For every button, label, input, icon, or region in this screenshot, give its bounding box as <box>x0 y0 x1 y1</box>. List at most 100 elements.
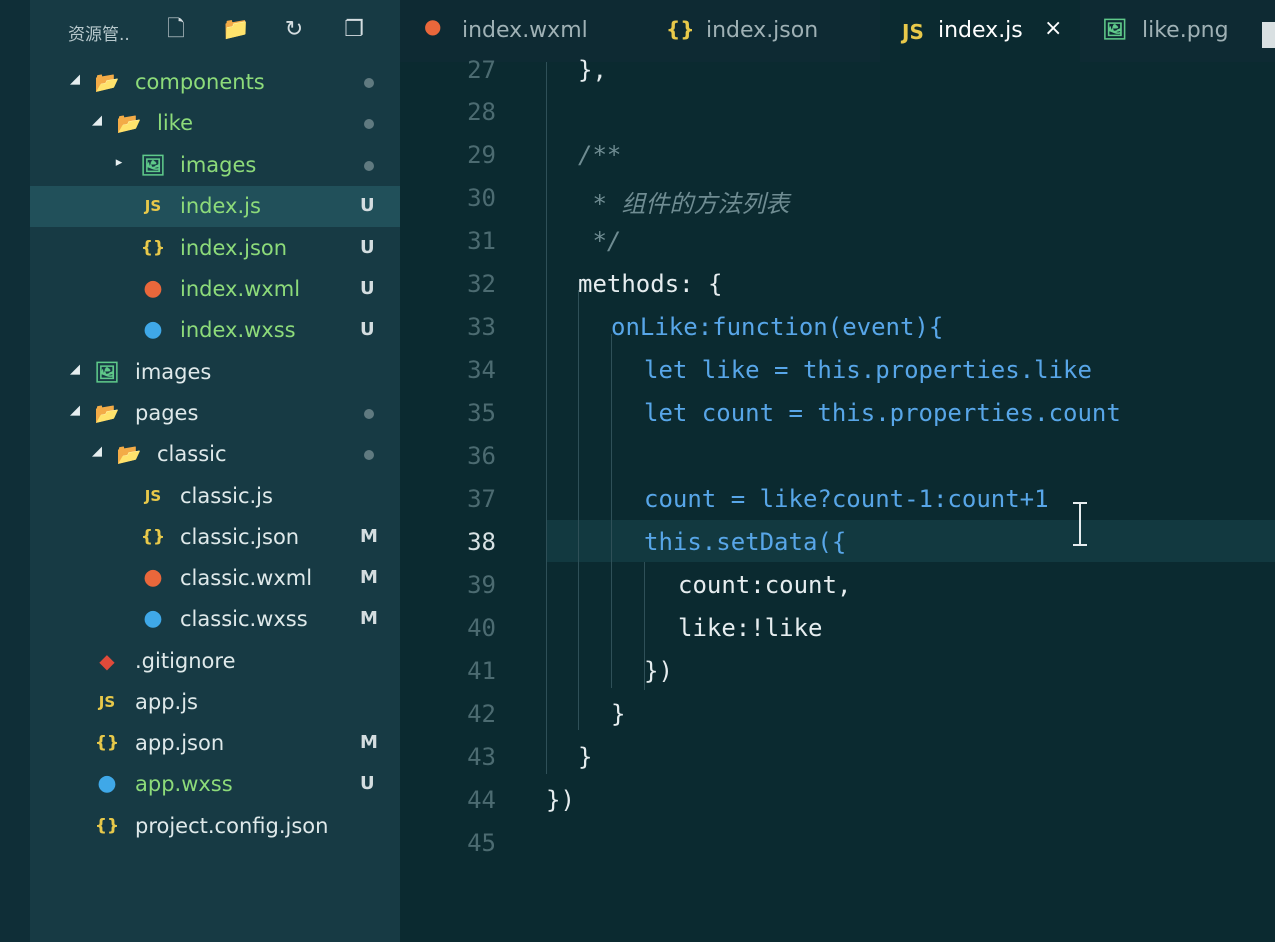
tree-item-like[interactable]: ◢ 📂 like <box>30 103 400 144</box>
tree-item-index-json[interactable]: {} index.json U <box>30 228 400 269</box>
close-tab-icon[interactable]: × <box>1044 16 1062 41</box>
line-number: 37 <box>467 485 496 513</box>
tree-item-classic-js[interactable]: JS classic.js <box>30 476 400 517</box>
folder-open-icon: 📂 <box>116 111 142 135</box>
tree-item-label: classic.json <box>180 525 300 549</box>
line-number: 38 <box>467 528 496 556</box>
line-number: 36 <box>467 442 496 470</box>
js-icon: JS <box>902 20 924 44</box>
js-icon: JS <box>98 693 116 711</box>
status-dot <box>364 450 374 460</box>
git-icon: ◆ <box>99 649 115 673</box>
line-number: 28 <box>467 98 496 126</box>
tab-scroll-handle[interactable] <box>1262 22 1275 48</box>
code-comment: * 组件的方法列表 <box>578 190 790 218</box>
wxml-icon: ● <box>143 276 163 301</box>
tree-item-classic[interactable]: ◢ 📂 classic <box>30 434 400 475</box>
tree-item-pages[interactable]: ◢ 📂 pages <box>30 393 400 434</box>
status-dot <box>364 119 374 129</box>
js-icon: JS <box>144 487 162 505</box>
expanded-arrow-icon[interactable]: ◢ <box>68 403 82 418</box>
git-status-badge: M <box>360 732 378 753</box>
expanded-arrow-icon[interactable]: ◢ <box>90 113 104 128</box>
tree-item-label: components <box>135 70 265 94</box>
tree-item-project-config[interactable]: {} project.config.json <box>30 806 400 847</box>
tree-item-label: .gitignore <box>135 649 236 673</box>
git-status-badge: M <box>360 526 378 547</box>
tree-item-app-js[interactable]: JS app.js <box>30 682 400 723</box>
activity-bar <box>0 0 30 942</box>
line-number: 41 <box>467 657 496 685</box>
new-file-icon[interactable]: 🗋 <box>162 16 190 44</box>
tree-item-index-wxss[interactable]: ● index.wxss U <box>30 310 400 351</box>
tree-item-images[interactable]: ▸ 🖼 images <box>30 145 400 186</box>
js-icon: JS <box>144 197 162 215</box>
tree-item-gitignore[interactable]: ◆ .gitignore <box>30 641 400 682</box>
tab-label: index.json <box>706 18 819 43</box>
tab-index-wxml[interactable]: ● index.wxml <box>400 0 640 62</box>
tree-item-index-wxml[interactable]: ● index.wxml U <box>30 269 400 310</box>
tab-index-json[interactable]: {} index.json <box>640 0 880 62</box>
tree-item-label: app.js <box>135 690 198 714</box>
status-dot <box>364 409 374 419</box>
image-icon: 🖼 <box>1102 17 1128 41</box>
image-folder-icon: 🖼 <box>140 153 166 177</box>
tab-like-png[interactable]: 🖼 like.png <box>1080 0 1262 62</box>
json-icon: {} <box>140 527 166 547</box>
expanded-arrow-icon[interactable]: ◢ <box>68 72 82 87</box>
git-status-badge: U <box>360 773 375 794</box>
line-number: 30 <box>467 184 496 212</box>
tree-item-classic-json[interactable]: {} classic.json M <box>30 517 400 558</box>
json-icon: {} <box>666 17 695 41</box>
tree-item-label: classic.wxml <box>180 566 313 590</box>
indent-guide <box>578 290 579 730</box>
tree-item-label: index.json <box>180 236 288 260</box>
line-number: 44 <box>467 786 496 814</box>
code-line: let like = this.properties.like <box>644 356 1092 384</box>
tree-item-label: classic.js <box>180 484 273 508</box>
line-number: 34 <box>467 356 496 384</box>
code-editor[interactable]: 27 28 29 30 31 32 33 34 35 36 37 38 39 4… <box>400 56 1275 942</box>
tree-item-label: like <box>157 111 194 135</box>
tree-item-label: pages <box>135 401 199 425</box>
code-line: } <box>611 700 626 728</box>
collapsed-arrow-icon[interactable]: ▸ <box>112 155 126 170</box>
tree-item-label: app.json <box>135 731 225 755</box>
tree-item-images-root[interactable]: ◢ 🖼 images <box>30 352 400 393</box>
wxss-icon: ● <box>143 606 163 631</box>
tree-item-app-wxss[interactable]: ● app.wxss U <box>30 764 400 805</box>
refresh-icon[interactable]: ↻ <box>280 16 308 44</box>
tab-index-js[interactable]: JS index.js × <box>880 0 1080 62</box>
tree-item-app-json[interactable]: {} app.json M <box>30 723 400 764</box>
code-line: count:count, <box>678 571 852 599</box>
git-status-badge: U <box>360 195 375 216</box>
expanded-arrow-icon[interactable]: ◢ <box>68 362 82 377</box>
git-status-badge: U <box>360 319 375 340</box>
line-number: 31 <box>467 227 496 255</box>
tree-item-label: app.wxss <box>135 772 233 796</box>
image-folder-icon: 🖼 <box>94 360 120 384</box>
file-explorer: 资源管.. 🗋 📁 ↻ ❐ ◢ 📂 components ◢ 📂 like ▸ … <box>0 0 400 942</box>
code-line: methods: { <box>578 270 723 298</box>
code-line: let count = this.properties.count <box>644 399 1121 427</box>
folder-open-icon: 📂 <box>94 401 120 425</box>
code-line: onLike:function(event){ <box>611 313 944 341</box>
new-folder-icon[interactable]: 📁 <box>222 16 250 44</box>
tree-item-classic-wxml[interactable]: ● classic.wxml M <box>30 558 400 599</box>
status-dot <box>364 78 374 88</box>
tree-item-classic-wxss[interactable]: ● classic.wxss M <box>30 599 400 640</box>
git-status-badge: M <box>360 567 378 588</box>
tree-item-components[interactable]: ◢ 📂 components <box>30 62 400 103</box>
text-cursor-icon <box>1073 502 1087 546</box>
json-icon: {} <box>94 733 120 753</box>
json-icon: {} <box>94 816 120 836</box>
code-line: }) <box>644 657 673 685</box>
tab-label: like.png <box>1142 18 1229 43</box>
tab-label: index.wxml <box>462 18 588 43</box>
expanded-arrow-icon[interactable]: ◢ <box>90 444 104 459</box>
line-number: 33 <box>467 313 496 341</box>
git-status-badge: M <box>360 608 378 629</box>
collapse-all-icon[interactable]: ❐ <box>340 16 368 44</box>
tree-item-index-js[interactable]: JS index.js U <box>30 186 400 227</box>
wxss-icon: ● <box>97 771 117 796</box>
